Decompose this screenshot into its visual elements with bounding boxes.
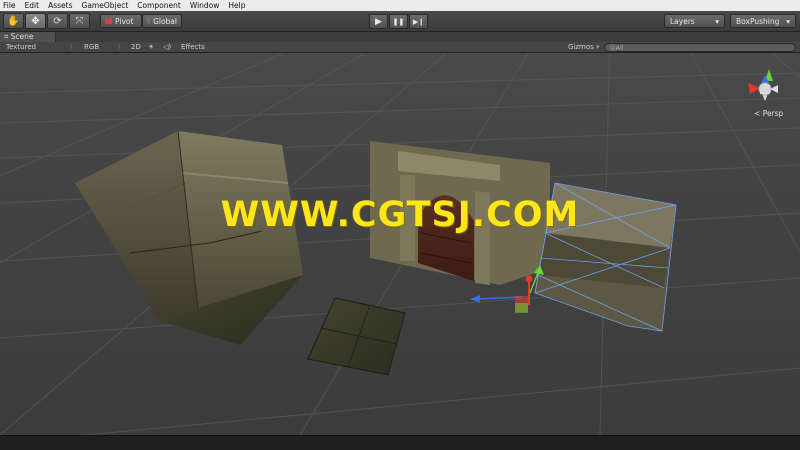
toggle-2d-button[interactable]: 2D: [131, 42, 141, 53]
projection-icon: <: [754, 109, 761, 118]
projection-label[interactable]: < Persp: [754, 109, 783, 118]
menu-help[interactable]: Help: [228, 0, 245, 11]
scene-canvas[interactable]: [0, 53, 800, 435]
search-placeholder: ⓆAll: [609, 44, 624, 52]
chevron-down-icon: ⁝: [118, 43, 121, 51]
pause-button[interactable]: ❚❚: [389, 14, 408, 29]
gizmos-dropdown[interactable]: Gizmos: [568, 42, 594, 53]
effects-dropdown[interactable]: Effects: [181, 42, 205, 53]
floor-tile-mesh: [307, 297, 406, 376]
hand-tool-button[interactable]: ✋: [3, 13, 24, 29]
audio-toggle-icon[interactable]: ◁): [163, 42, 171, 53]
global-toggle-button[interactable]: Global: [142, 14, 182, 28]
color-mode-dropdown[interactable]: RGB: [84, 42, 99, 53]
layers-label: Layers: [670, 16, 695, 26]
status-bar: [0, 435, 800, 450]
corner-room-mesh: [75, 130, 303, 345]
pause-icon: ❚❚: [392, 17, 405, 26]
menu-component[interactable]: Component: [137, 0, 181, 11]
layers-dropdown[interactable]: Layers ▾: [664, 14, 725, 28]
play-icon: ▶: [375, 16, 382, 27]
menu-assets[interactable]: Assets: [48, 0, 72, 11]
pivot-label: Pivot: [115, 16, 134, 26]
scene-view-bar: Textured ⁝ RGB ⁝ 2D ☀ ◁) Effects Gizmos …: [0, 42, 800, 53]
chevron-down-icon: ▾: [786, 16, 790, 26]
pivot-toggle-button[interactable]: Pivot: [100, 14, 142, 28]
layout-dropdown[interactable]: BoxPushing ▾: [730, 14, 796, 28]
menu-gameobject[interactable]: GameObject: [82, 0, 129, 11]
move-tool-button[interactable]: ✥: [25, 13, 46, 29]
scale-tool-button[interactable]: ⤧: [69, 13, 90, 29]
pivot-icon: [105, 18, 112, 24]
scene-search-input[interactable]: ⓆAll: [604, 43, 796, 52]
scene-viewport[interactable]: WWW.CGTSJ.COM < Persp: [0, 53, 800, 435]
step-button[interactable]: ▶❙: [409, 14, 428, 29]
tab-scene[interactable]: ⌗ Scene: [0, 32, 56, 42]
tab-scene-label: Scene: [10, 32, 34, 41]
step-icon: ▶❙: [412, 17, 425, 26]
chevron-down-icon: ⁝: [70, 43, 73, 51]
play-button[interactable]: ▶: [369, 14, 388, 29]
menu-window[interactable]: Window: [190, 0, 220, 11]
move-tool-icon: ✥: [31, 15, 40, 27]
global-label: Global: [153, 16, 177, 26]
scene-icon: ⌗: [4, 32, 9, 41]
menu-file[interactable]: File: [3, 0, 16, 11]
layout-label: BoxPushing: [736, 16, 780, 26]
scene-tab-strip: ⌗ Scene: [0, 32, 800, 42]
chevron-down-icon: ▾: [596, 43, 600, 51]
orientation-gizmo-icon[interactable]: [738, 63, 788, 113]
rotate-tool-icon: ⟳: [53, 15, 62, 27]
menu-edit[interactable]: Edit: [25, 0, 40, 11]
scale-tool-icon: ⤧: [75, 15, 84, 27]
chevron-down-icon: ▾: [715, 16, 719, 26]
global-icon: [147, 18, 151, 24]
toolbar: ✋ ✥ ⟳ ⤧ Pivot Global ▶ ❚❚ ▶❙ Layers ▾ Bo…: [0, 11, 800, 32]
lighting-toggle-icon[interactable]: ☀: [148, 42, 154, 53]
rotate-tool-button[interactable]: ⟳: [47, 13, 68, 29]
menu-bar: File Edit Assets GameObject Component Wi…: [0, 0, 800, 11]
hand-tool-icon: ✋: [7, 15, 20, 27]
watermark-text: WWW.CGTSJ.COM: [220, 195, 580, 235]
render-mode-dropdown[interactable]: Textured: [6, 42, 36, 53]
